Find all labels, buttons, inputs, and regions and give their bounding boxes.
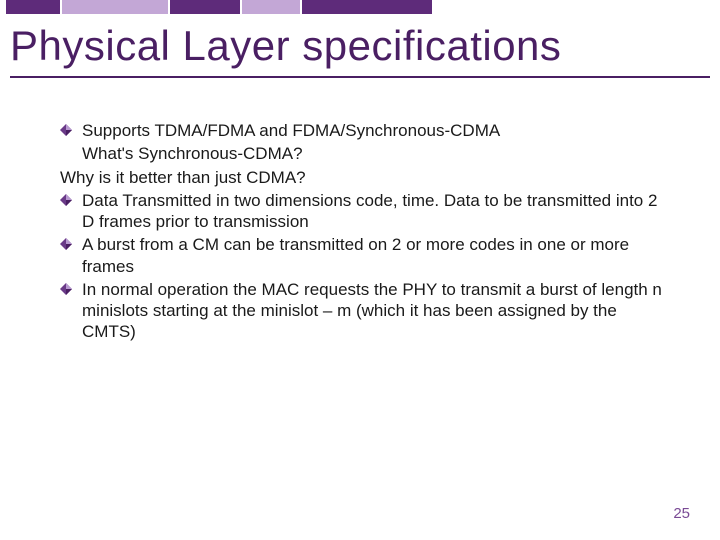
diamond-bullet-icon	[60, 190, 82, 210]
tab-segment	[6, 0, 60, 14]
body-content: Supports TDMA/FDMA and FDMA/Synchronous-…	[60, 120, 670, 345]
bullet-text: A burst from a CM can be transmitted on …	[82, 234, 670, 277]
diamond-bullet-icon	[60, 120, 82, 140]
tab-segment	[170, 0, 240, 14]
title-container: Physical Layer specifications	[10, 22, 710, 78]
bullet-row: Data Transmitted in two dimensions code,…	[60, 190, 670, 233]
diamond-bullet-icon	[60, 234, 82, 254]
tab-segment	[242, 0, 300, 14]
page-number: 25	[673, 505, 690, 522]
tab-segment	[62, 0, 168, 14]
sub-text: Why is it better than just CDMA?	[60, 167, 670, 188]
tab-segment	[302, 0, 432, 14]
sub-text-row: What's Synchronous-CDMA?	[60, 143, 670, 164]
sub-text: What's Synchronous-CDMA?	[82, 143, 670, 164]
tab-strip	[0, 0, 720, 14]
bullet-row: Supports TDMA/FDMA and FDMA/Synchronous-…	[60, 120, 670, 141]
bullet-text: Supports TDMA/FDMA and FDMA/Synchronous-…	[82, 120, 670, 141]
bullet-text: Data Transmitted in two dimensions code,…	[82, 190, 670, 233]
slide-title: Physical Layer specifications	[10, 22, 710, 70]
bullet-row: In normal operation the MAC requests the…	[60, 279, 670, 343]
bullet-text: In normal operation the MAC requests the…	[82, 279, 670, 343]
sub-text-row: Why is it better than just CDMA?	[60, 167, 670, 188]
bullet-row: A burst from a CM can be transmitted on …	[60, 234, 670, 277]
diamond-bullet-icon	[60, 279, 82, 299]
